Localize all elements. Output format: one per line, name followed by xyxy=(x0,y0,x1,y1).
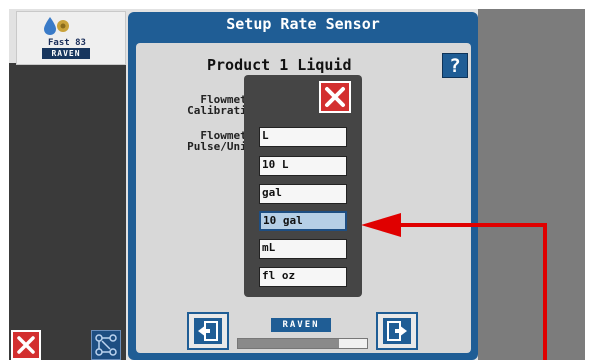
annotation-arrow xyxy=(361,213,547,360)
